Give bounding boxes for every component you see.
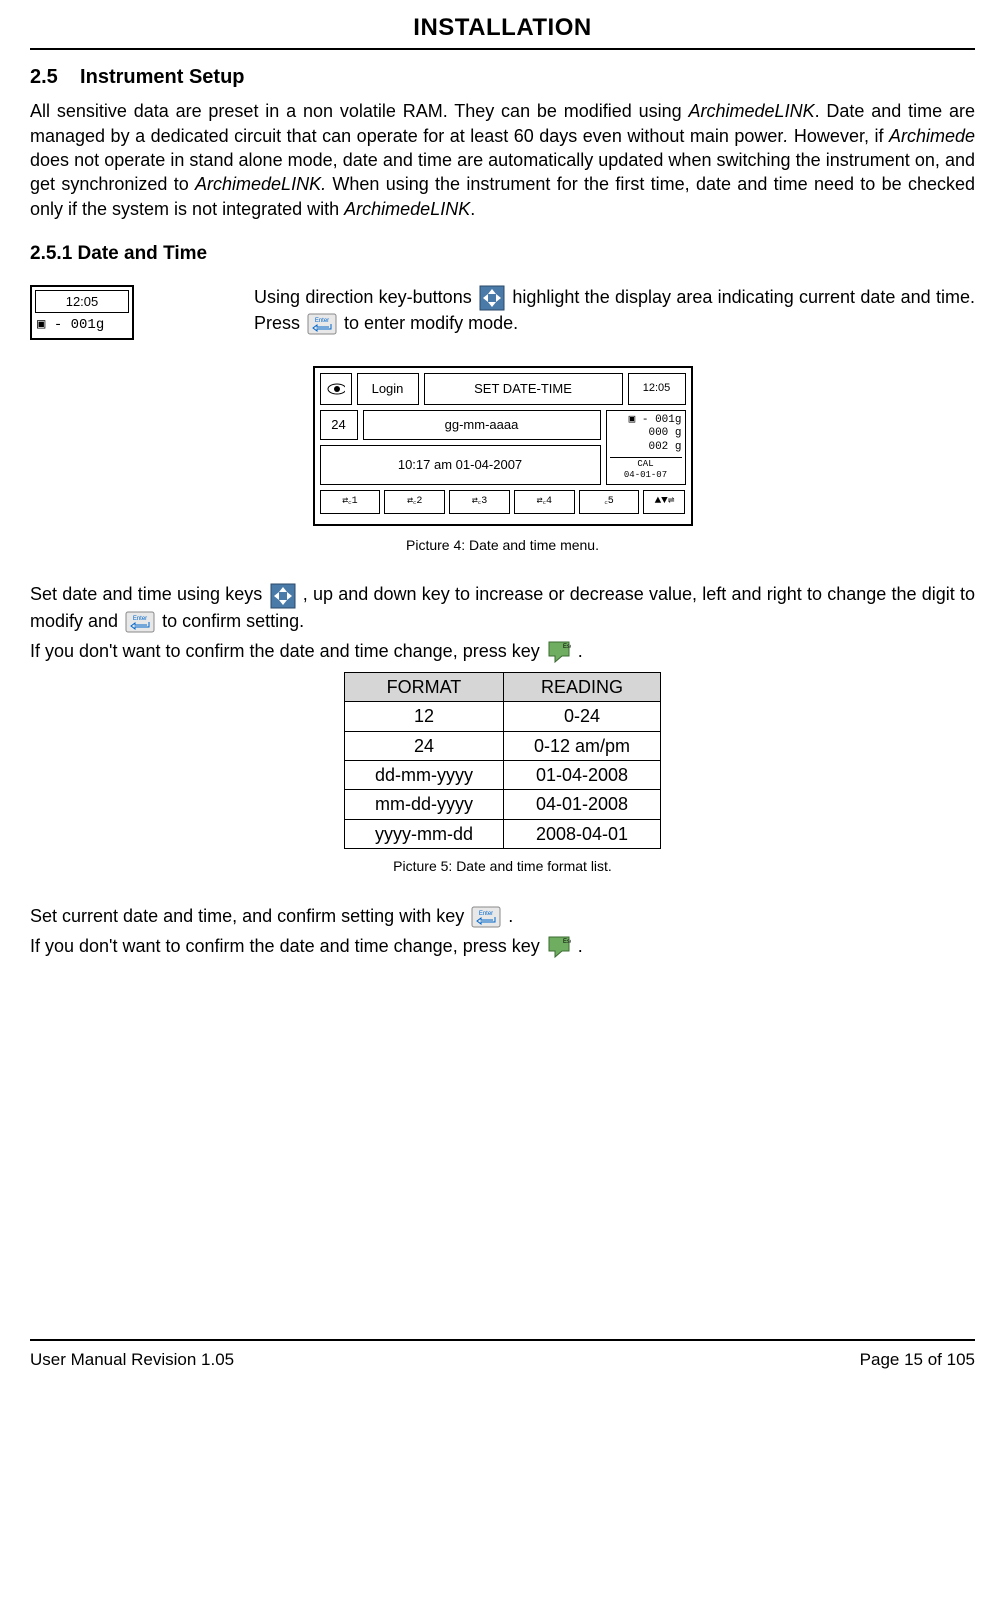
footer-revision: User Manual Revision 1.05	[30, 1349, 234, 1372]
lcd-date-format: gg-mm-aaaa	[363, 410, 601, 440]
text-fragment: Set current date and time, and confirm s…	[30, 906, 469, 926]
table-cell: mm-dd-yyyy	[344, 790, 503, 819]
text-fragment: Using direction key-buttons	[254, 287, 477, 307]
subsection-title: Date and Time	[78, 243, 208, 264]
table-header-reading: READING	[503, 673, 660, 702]
table-row: mm-dd-yyyy04-01-2008	[344, 790, 660, 819]
section-heading: 2.5 Instrument Setup	[30, 64, 975, 91]
table-cell: 0-12 am/pm	[503, 731, 660, 760]
lcd-cal-label: CAL	[610, 459, 682, 470]
text-fragment: If you don't want to confirm the date an…	[30, 936, 545, 956]
text-fragment: If you don't want to confirm the date an…	[30, 641, 545, 661]
enter-key-icon: Enter	[125, 611, 155, 633]
lcd-cal-date: 04-01-07	[610, 470, 682, 481]
lcd-weight-3: 002 g	[610, 441, 682, 454]
section-paragraph: All sensitive data are preset in a non v…	[30, 99, 975, 220]
section-number: 2.5	[30, 66, 58, 88]
mini-lcd-panel: 12:05 ▣ - 001g	[30, 285, 134, 340]
subsection-heading: 2.5.1 Date and Time	[30, 241, 975, 267]
paragraph-confirm: Set current date and time, and confirm s…	[30, 904, 975, 928]
direction-keys-icon	[479, 285, 505, 311]
lcd-weight-1: ▣ - 001g	[610, 414, 682, 427]
text-fragment: Set date and time using keys	[30, 584, 268, 604]
format-table: FORMAT READING 120-24 240-12 am/pm dd-mm…	[344, 672, 661, 849]
lcd-weight-panel: ▣ - 001g 000 g 002 g CAL 04-01-07	[606, 410, 686, 485]
figure-5-caption: Picture 5: Date and time format list.	[30, 857, 975, 876]
svg-text:Enter: Enter	[315, 318, 329, 324]
table-cell: yyyy-mm-dd	[344, 819, 503, 848]
lcd-login-label: Login	[357, 373, 419, 405]
footer-page-number: Page 15 of 105	[860, 1349, 975, 1372]
table-cell: dd-mm-yyyy	[344, 761, 503, 790]
page-footer: User Manual Revision 1.05 Page 15 of 105	[30, 1339, 975, 1372]
direction-keys-icon	[270, 583, 296, 609]
table-cell: 01-04-2008	[503, 761, 660, 790]
paragraph-esc-1: If you don't want to confirm the date an…	[30, 639, 975, 664]
enter-key-icon: Enter	[471, 906, 501, 928]
lcd-tab-4: ⇄꜀4	[514, 490, 575, 514]
lcd-screen-figure: Login SET DATE-TIME 12:05 24 gg-mm-aaaa …	[313, 366, 693, 526]
figure-4-caption: Picture 4: Date and time menu.	[30, 536, 975, 555]
lcd-eye-icon	[320, 373, 352, 405]
text-fragment: .	[578, 641, 583, 661]
table-cell: 24	[344, 731, 503, 760]
page-title: INSTALLATION	[30, 0, 975, 50]
table-row: dd-mm-yyyy01-04-2008	[344, 761, 660, 790]
paragraph-esc-2: If you don't want to confirm the date an…	[30, 934, 975, 959]
table-cell: 12	[344, 702, 503, 731]
lcd-cal: CAL 04-01-07	[610, 457, 682, 481]
text-fragment: to confirm setting.	[162, 611, 304, 631]
esc-key-icon: Esc	[547, 640, 571, 664]
table-header-format: FORMAT	[344, 673, 503, 702]
lcd-datetime-value: 10:17 am 01-04-2007	[320, 445, 601, 485]
svg-text:Esc: Esc	[563, 939, 571, 945]
paragraph-set-keys: Set date and time using keys , up and do…	[30, 582, 975, 633]
text-fragment: .	[508, 906, 513, 926]
text-fragment: to enter modify mode.	[344, 313, 518, 333]
table-cell: 04-01-2008	[503, 790, 660, 819]
lcd-tab-5: ꜀5	[579, 490, 640, 514]
svg-text:Esc: Esc	[563, 644, 571, 650]
mini-lcd-weight: ▣ - 001g	[35, 316, 129, 335]
lcd-tab-3: ⇄꜀3	[449, 490, 510, 514]
lcd-weight-2: 000 g	[610, 427, 682, 440]
table-row: yyyy-mm-dd2008-04-01	[344, 819, 660, 848]
table-row: 120-24	[344, 702, 660, 731]
lcd-hour-format: 24	[320, 410, 358, 440]
table-cell: 0-24	[503, 702, 660, 731]
intro-paragraph: Using direction key-buttons highlight th…	[254, 285, 975, 336]
subsection-number: 2.5.1	[30, 243, 72, 264]
svg-text:Enter: Enter	[479, 911, 493, 917]
section-title: Instrument Setup	[80, 66, 244, 88]
enter-key-icon: Enter	[307, 313, 337, 335]
esc-key-icon: Esc	[547, 935, 571, 959]
lcd-arrow-panel: ▲▼⇌	[643, 490, 685, 514]
lcd-clock: 12:05	[628, 373, 686, 405]
lcd-tab-1: ⇄꜀1	[320, 490, 381, 514]
text-fragment: .	[578, 936, 583, 956]
mini-lcd-time: 12:05	[35, 290, 129, 314]
lcd-tab-2: ⇄꜀2	[384, 490, 445, 514]
lcd-screen-title: SET DATE-TIME	[424, 373, 623, 405]
table-cell: 2008-04-01	[503, 819, 660, 848]
table-row: 240-12 am/pm	[344, 731, 660, 760]
svg-text:Enter: Enter	[133, 616, 147, 622]
